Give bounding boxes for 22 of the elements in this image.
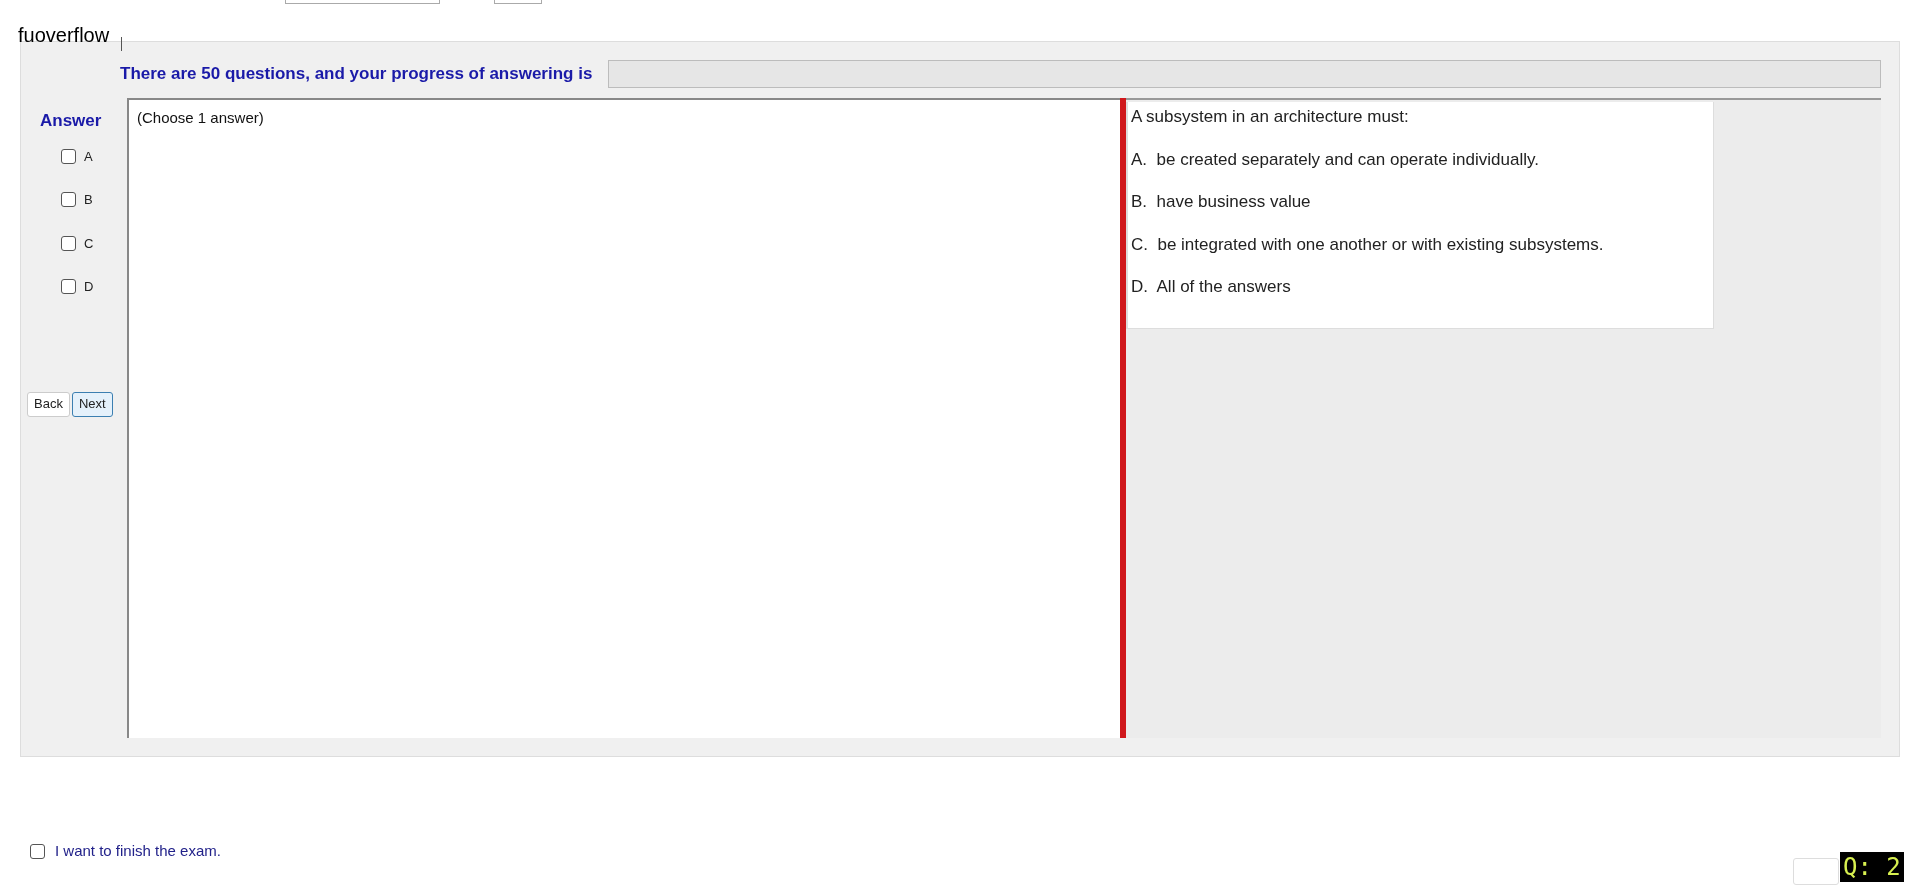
option-letter: C <box>84 234 94 253</box>
answer-choice: A. be created separately and can operate individually. <box>1131 148 1540 171</box>
answer-heading: Answer <box>40 110 103 132</box>
answer-choice: D. All of the answers <box>1131 276 1292 298</box>
finish-checkbox[interactable] <box>30 843 45 859</box>
app-title: fuoverflow <box>18 25 110 45</box>
answer-checkbox[interactable] <box>61 192 76 208</box>
option-letter: A <box>84 147 93 166</box>
next-button[interactable]: Next <box>71 391 113 417</box>
answer-checkbox[interactable] <box>61 235 76 251</box>
question-stem: A subsystem in an architecture must: <box>1131 106 1410 128</box>
instruction-text: (Choose 1 answer) <box>137 109 264 126</box>
progress-label: There are 50 questions, and your progress of answering is <box>120 63 593 86</box>
option-letter: D <box>84 278 94 296</box>
answer-choice: C. be integrated with one another or with existing subsystems. <box>1131 233 1605 256</box>
answer-choice: B. have business value <box>1131 191 1312 213</box>
finish-label: I want to finish the exam. <box>55 841 221 861</box>
back-button[interactable]: Back <box>27 391 70 417</box>
answer-checkbox[interactable] <box>61 279 76 295</box>
answer-checkbox[interactable] <box>61 148 76 164</box>
option-letter: B <box>84 191 93 209</box>
question-number-badge: Q: 2 <box>1840 852 1904 882</box>
